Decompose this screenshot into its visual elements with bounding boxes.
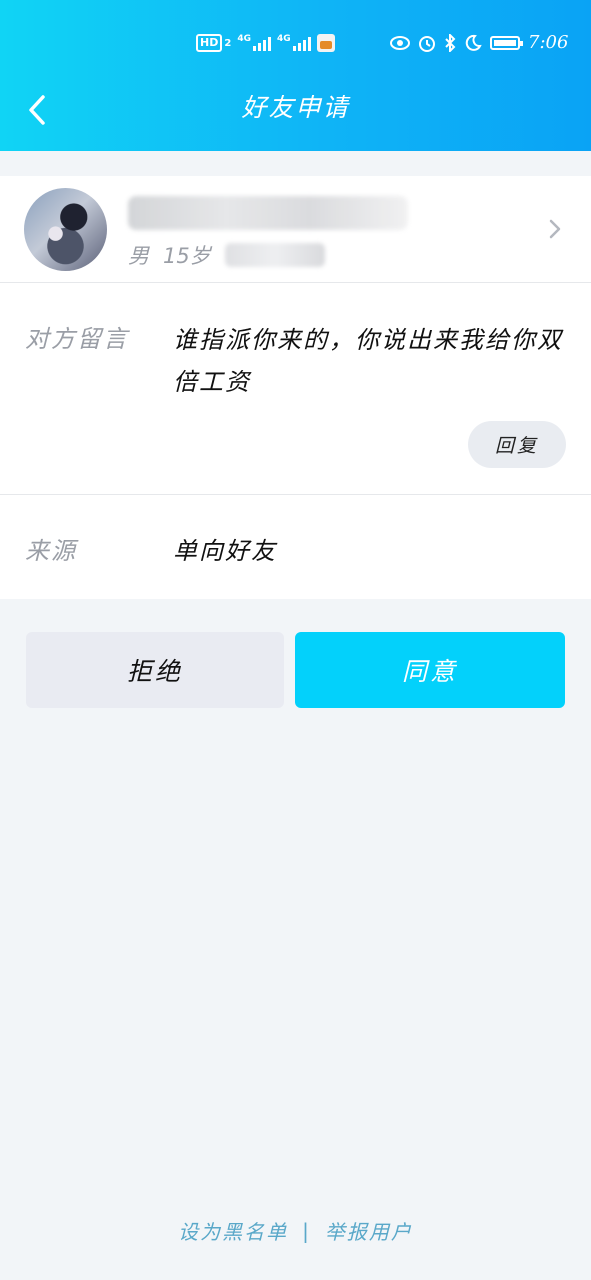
message-section: 对方留言 谁指派你来的，你说出来我给你双倍工资 回复 (0, 283, 591, 494)
bluetooth-icon (445, 33, 456, 52)
age-label: 15岁 (163, 244, 211, 268)
location-blurred (224, 243, 325, 267)
hd-badge: HD (196, 34, 223, 52)
gender-label: 男 (128, 244, 149, 268)
source-label: 来源 (25, 537, 77, 565)
source-section: 来源 单向好友 (0, 495, 591, 599)
nickname-blurred (128, 196, 408, 230)
report-user-link[interactable]: 举报用户 (325, 1216, 413, 1245)
blacklist-link[interactable]: 设为黑名单 (178, 1216, 288, 1245)
eye-icon (390, 35, 410, 50)
signal-icon-1: 4G (237, 35, 271, 51)
accept-button[interactable]: 同意 (295, 632, 565, 708)
reject-button[interactable]: 拒绝 (26, 632, 284, 708)
moon-icon (465, 34, 482, 51)
footer-separator: | (302, 1218, 311, 1243)
reply-button[interactable]: 回复 (468, 421, 566, 468)
message-label: 对方留言 (25, 325, 129, 353)
hd-sub-label: 2 (224, 37, 232, 49)
profile-card[interactable]: 男 15岁 (0, 176, 591, 282)
page-title: 好友申请 (241, 93, 350, 122)
signal-1-label: 4G (237, 34, 251, 44)
app-notification-icon (316, 34, 335, 52)
source-value: 单向好友 (173, 537, 277, 565)
status-bar: HD 2 4G 4G 7:06 (0, 28, 591, 60)
profile-meta: 男 15岁 (128, 240, 325, 270)
status-left-group: HD 2 4G 4G (196, 34, 335, 52)
status-time: 7:06 (528, 32, 569, 53)
message-text: 谁指派你来的，你说出来我给你双倍工资 (173, 326, 563, 396)
signal-icon-2: 4G (277, 35, 311, 51)
alarm-icon (419, 35, 435, 52)
footer-links: 设为黑名单 | 举报用户 (0, 1216, 591, 1245)
header-bar: HD 2 4G 4G 7:06 好友申请 (0, 0, 591, 151)
status-right-group: 7:06 (390, 32, 568, 53)
avatar[interactable] (24, 188, 107, 271)
chevron-right-icon (549, 219, 561, 239)
battery-icon (490, 35, 523, 50)
signal-2-label: 4G (276, 34, 291, 44)
